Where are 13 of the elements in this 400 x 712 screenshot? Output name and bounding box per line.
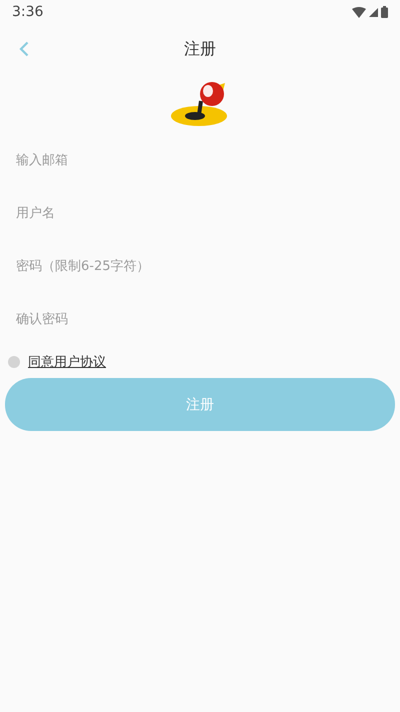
input-field[interactable]: 密码（限制6-25字符） [16,240,384,293]
signal-icon [369,8,378,16]
status-time: 3:36 [12,4,44,20]
agree-radio[interactable] [8,356,20,368]
input-field[interactable]: 输入邮箱 [16,134,384,187]
battery-icon [381,6,388,18]
joystick-logo [171,81,229,127]
input-field[interactable]: 确认密码 [16,293,384,346]
page-title: 注册 [184,38,216,60]
back-icon [19,41,29,57]
wifi-icon [352,6,366,18]
user-agreement-link[interactable]: 同意用户协议 [28,353,106,371]
input-field[interactable]: 用户名 [16,187,384,240]
